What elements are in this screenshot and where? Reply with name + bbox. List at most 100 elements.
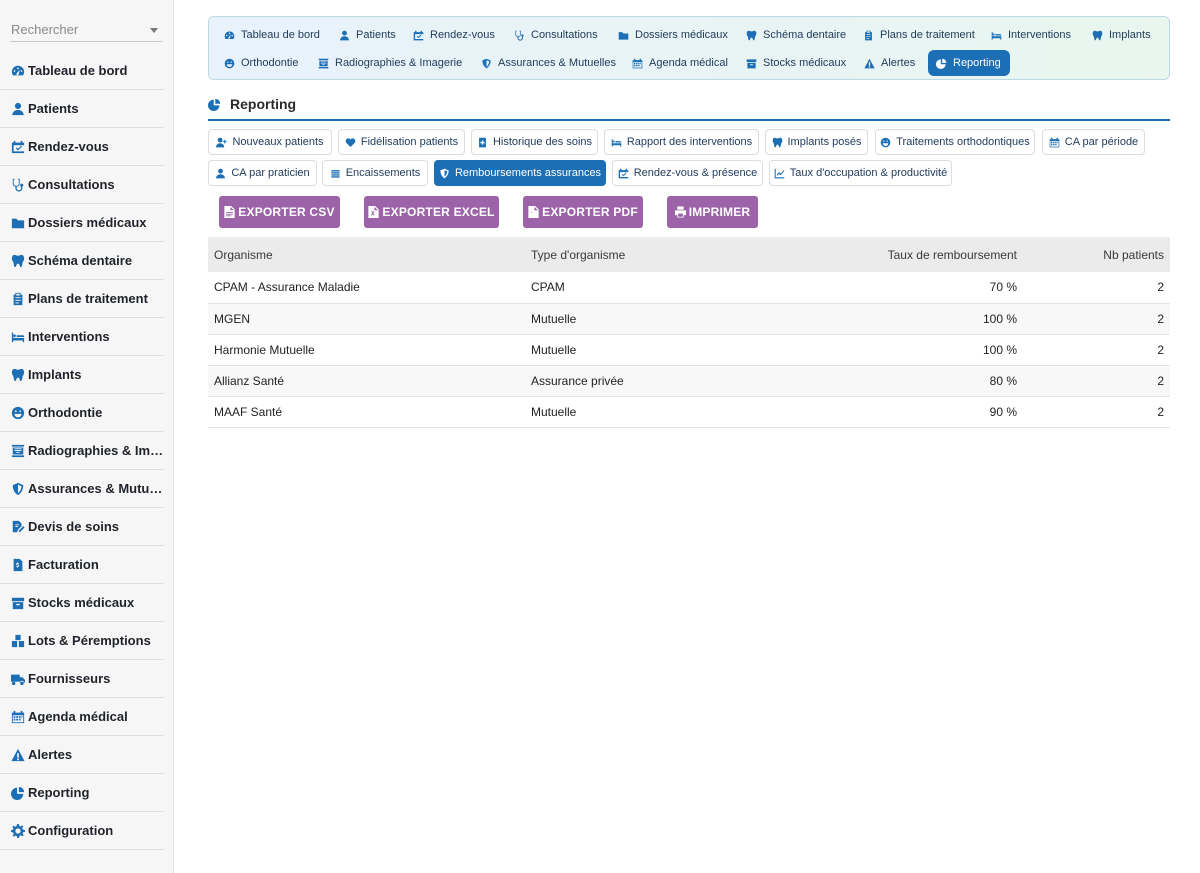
calendar-check-icon bbox=[413, 30, 424, 40]
sidebar: Rechercher Tableau de bord Patients Rend… bbox=[0, 0, 174, 873]
tab-consultations[interactable]: Consultations bbox=[506, 22, 606, 48]
sidebar-item-orthodontie[interactable]: Orthodontie bbox=[0, 394, 164, 432]
warning-icon bbox=[11, 748, 28, 762]
sidebar-item-label: Facturation bbox=[28, 557, 99, 572]
report-button-nouveaux-patients[interactable]: Nouveaux patients bbox=[208, 129, 332, 155]
cell-taux: 70 % bbox=[745, 272, 1023, 304]
print-button[interactable]: IMPRIMER bbox=[667, 196, 758, 228]
chevron-down-icon[interactable] bbox=[150, 28, 158, 33]
folder-icon bbox=[11, 216, 28, 230]
tab-agenda-medical[interactable]: Agenda médical bbox=[624, 50, 736, 76]
cell-taux: 80 % bbox=[745, 365, 1023, 397]
box-icon bbox=[11, 596, 28, 610]
printer-icon bbox=[674, 206, 686, 218]
sidebar-item-configuration[interactable]: Configuration bbox=[0, 812, 164, 850]
tab-reporting[interactable]: Reporting bbox=[928, 50, 1010, 76]
sidebar-item-label: Lots & Péremptions bbox=[28, 633, 151, 648]
cell-type: Mutuelle bbox=[525, 396, 745, 428]
sidebar-item-label: Agenda médical bbox=[28, 709, 128, 724]
sidebar-item-reporting[interactable]: Reporting bbox=[0, 774, 164, 812]
sidebar-item-implants[interactable]: Implants bbox=[0, 356, 164, 394]
tab-implants[interactable]: Implants bbox=[1084, 22, 1159, 48]
sidebar-item-label: Devis de soins bbox=[28, 519, 120, 534]
gauge-icon bbox=[224, 30, 235, 39]
table-row[interactable]: Harmonie Mutuelle Mutuelle 100 % 2 bbox=[208, 334, 1170, 366]
table-row[interactable]: MAAF Santé Mutuelle 90 % 2 bbox=[208, 396, 1170, 428]
report-button-traitements-orthodontiques[interactable]: Traitements orthodontiques bbox=[875, 129, 1035, 155]
sidebar-item-agenda-medical[interactable]: Agenda médical bbox=[0, 698, 164, 736]
pie-chart-icon bbox=[11, 786, 28, 800]
gauge-icon bbox=[11, 64, 28, 78]
sidebar-item-rendez-vous[interactable]: Rendez-vous bbox=[0, 128, 164, 166]
tab-tableau-de-bord[interactable]: Tableau de bord bbox=[216, 22, 328, 48]
sidebar-item-label: Reporting bbox=[28, 785, 90, 800]
sidebar-item-stocks-medicaux[interactable]: Stocks médicaux bbox=[0, 584, 164, 622]
sidebar-item-label: Alertes bbox=[28, 747, 73, 762]
calendar-icon bbox=[11, 710, 28, 724]
report-button-rendez-vous-presence[interactable]: Rendez-vous & présence bbox=[612, 160, 763, 186]
report-button-fidelisation-patients[interactable]: Fidélisation patients bbox=[338, 129, 465, 155]
sidebar-item-lots-peremptions[interactable]: Lots & Péremptions bbox=[0, 622, 164, 660]
column-header-nb-patients[interactable]: Nb patients bbox=[1023, 237, 1170, 272]
column-header-type[interactable]: Type d'organisme bbox=[525, 237, 745, 272]
sidebar-item-alertes[interactable]: Alertes bbox=[0, 736, 164, 774]
sidebar-item-label: Rendez-vous bbox=[28, 139, 109, 154]
sidebar-item-facturation[interactable]: Facturation bbox=[0, 546, 164, 584]
tooth-icon bbox=[1092, 30, 1103, 40]
sidebar-item-assurances[interactable]: Assurances & Mutuelles bbox=[0, 470, 164, 508]
tab-label: Reporting bbox=[953, 57, 1001, 69]
export-excel-button[interactable]: EXPORTER EXCEL bbox=[364, 196, 499, 228]
report-button-ca-par-periode[interactable]: CA par période bbox=[1042, 129, 1145, 155]
sidebar-item-tableau-de-bord[interactable]: Tableau de bord bbox=[0, 52, 164, 90]
tab-alertes[interactable]: Alertes bbox=[856, 50, 923, 76]
tab-label: Interventions bbox=[1008, 29, 1071, 41]
tab-patients[interactable]: Patients bbox=[331, 22, 404, 48]
export-pdf-button[interactable]: EXPORTER PDF bbox=[523, 196, 643, 228]
calendar-icon bbox=[1049, 137, 1060, 147]
stethoscope-icon bbox=[515, 30, 524, 41]
tab-label: Radiographies & Imagerie bbox=[335, 57, 463, 69]
tab-schema-dentaire[interactable]: Schéma dentaire bbox=[738, 22, 854, 48]
sidebar-item-dossiers-medicaux[interactable]: Dossiers médicaux bbox=[0, 204, 164, 242]
sidebar-item-patients[interactable]: Patients bbox=[0, 90, 164, 128]
sidebar-item-plans-de-traitement[interactable]: Plans de traitement bbox=[0, 280, 164, 318]
sidebar-item-schema-dentaire[interactable]: Schéma dentaire bbox=[0, 242, 164, 280]
report-button-implants-poses[interactable]: Implants posés bbox=[765, 129, 868, 155]
report-button-label: Implants posés bbox=[787, 136, 862, 148]
table-row[interactable]: Allianz Santé Assurance privée 80 % 2 bbox=[208, 365, 1170, 397]
tab-plans-de-traitement[interactable]: Plans de traitement bbox=[855, 22, 983, 48]
tab-rendez-vous[interactable]: Rendez-vous bbox=[405, 22, 503, 48]
tab-radiographies[interactable]: Radiographies & Imagerie bbox=[310, 50, 470, 76]
report-button-historique-des-soins[interactable]: Historique des soins bbox=[471, 129, 598, 155]
tab-stocks-medicaux[interactable]: Stocks médicaux bbox=[738, 50, 854, 76]
table-row[interactable]: CPAM - Assurance Maladie CPAM 70 % 2 bbox=[208, 272, 1170, 304]
sidebar-item-interventions[interactable]: Interventions bbox=[0, 318, 164, 356]
tab-interventions[interactable]: Interventions bbox=[983, 22, 1079, 48]
search-input[interactable]: Rechercher bbox=[10, 18, 162, 42]
cell-organisme: CPAM - Assurance Maladie bbox=[208, 272, 525, 304]
tab-orthodontie[interactable]: Orthodontie bbox=[216, 50, 306, 76]
sidebar-item-label: Consultations bbox=[28, 177, 115, 192]
user-icon bbox=[11, 102, 28, 116]
column-header-organisme[interactable]: Organisme bbox=[208, 237, 525, 272]
sidebar-item-label: Stocks médicaux bbox=[28, 595, 135, 610]
sidebar-item-radiographies[interactable]: Radiographies & Imagerie bbox=[0, 432, 164, 470]
tab-dossiers-medicaux[interactable]: Dossiers médicaux bbox=[610, 22, 736, 48]
report-button-encaissements[interactable]: Encaissements bbox=[322, 160, 428, 186]
tab-assurances[interactable]: Assurances & Mutuelles bbox=[473, 50, 624, 76]
sidebar-item-fournisseurs[interactable]: Fournisseurs bbox=[0, 660, 164, 698]
report-button-label: CA par praticien bbox=[231, 167, 310, 179]
report-button-taux-occupation[interactable]: Taux d'occupation & productivité bbox=[769, 160, 952, 186]
sidebar-item-devis-de-soins[interactable]: Devis de soins bbox=[0, 508, 164, 546]
report-button-ca-par-praticien[interactable]: CA par praticien bbox=[208, 160, 317, 186]
calendar-icon bbox=[632, 58, 643, 68]
column-header-taux[interactable]: Taux de remboursement bbox=[745, 237, 1023, 272]
report-button-remboursements-assurances[interactable]: Remboursements assurances bbox=[434, 160, 606, 186]
table-row[interactable]: MGEN Mutuelle 100 % 2 bbox=[208, 303, 1170, 335]
export-csv-button[interactable]: EXPORTER CSV bbox=[219, 196, 340, 228]
sidebar-item-consultations[interactable]: Consultations bbox=[0, 166, 164, 204]
cell-organisme: MAAF Santé bbox=[208, 396, 525, 428]
shield-icon bbox=[11, 482, 28, 496]
heart-icon bbox=[345, 137, 356, 147]
report-button-rapport-des-interventions[interactable]: Rapport des interventions bbox=[604, 129, 759, 155]
